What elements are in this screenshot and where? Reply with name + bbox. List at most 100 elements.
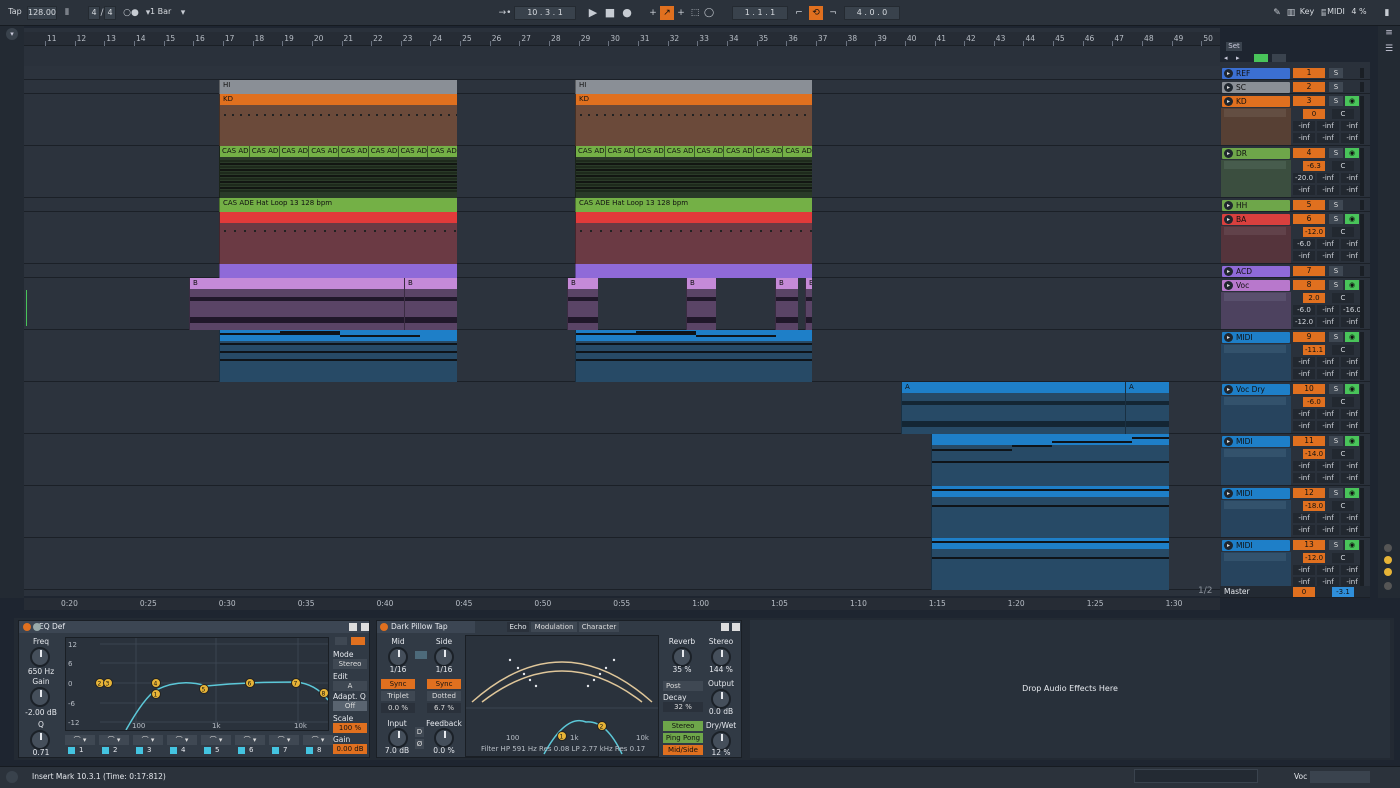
track-activator[interactable]: 4	[1293, 148, 1325, 158]
send-value[interactable]: -inf	[1317, 525, 1339, 535]
solo-button[interactable]: S	[1329, 214, 1343, 224]
hi-clip-header[interactable]: HI	[576, 80, 812, 91]
stop-icon[interactable]: ■	[603, 6, 617, 20]
dr-slice-label[interactable]: CAS ADE	[250, 146, 280, 157]
device-fold-icon[interactable]	[33, 623, 41, 631]
ruler-bar-label[interactable]: 11	[47, 34, 57, 43]
kd-clip[interactable]: KD	[219, 94, 457, 146]
solo-button[interactable]: S	[1329, 488, 1343, 498]
voc-clip-header[interactable]: B	[190, 278, 404, 289]
dr-clip[interactable]: CAS ADECAS ADECAS ADECAS ADECAS ADECAS A…	[575, 146, 812, 198]
headphone-icon[interactable]	[335, 637, 347, 645]
time-label[interactable]: 1:05	[771, 599, 788, 608]
eq-title[interactable]: EQ Def	[19, 621, 369, 633]
mid-mode-select[interactable]: Triplet	[381, 691, 415, 701]
ruler-bar-label[interactable]: 14	[136, 34, 146, 43]
voc-clip[interactable]: B	[805, 278, 812, 330]
browser-toggle-icon[interactable]: ▾	[6, 28, 18, 40]
track-name[interactable]: ▸ DR	[1222, 148, 1290, 159]
ping-pong-button[interactable]: Ping Pong	[663, 733, 703, 743]
ruler-bar-label[interactable]: 47	[1114, 34, 1124, 43]
eq-band-toggle[interactable]	[102, 747, 109, 754]
send-value[interactable]: -inf	[1293, 357, 1315, 367]
midi-clip[interactable]	[931, 486, 1169, 538]
send-value[interactable]: -inf	[1317, 251, 1339, 261]
freq-value[interactable]: 650 Hz	[21, 667, 61, 676]
pan-value[interactable]: C	[1332, 397, 1354, 407]
dr-slice-label[interactable]: CAS ADE	[606, 146, 636, 157]
kd-clip-header[interactable]: KD	[220, 94, 457, 105]
time-label[interactable]: 0:25	[140, 599, 157, 608]
track-activator[interactable]: 9	[1293, 332, 1325, 342]
eq-filter-type-select[interactable]: ⌒ ▾	[269, 735, 299, 745]
ruler-bar-label[interactable]: 38	[848, 34, 858, 43]
ruler-bar-label[interactable]: 28	[551, 34, 561, 43]
track-activator[interactable]: 11	[1293, 436, 1325, 446]
loop-length-field[interactable]: 4 . 0 . 0	[844, 6, 900, 20]
track-name[interactable]: ▸ MIDI	[1222, 436, 1290, 447]
dr-slice-label[interactable]: CAS ADE	[754, 146, 784, 157]
track-header[interactable]: ▸ HH 5 S	[1220, 198, 1370, 212]
phase-toggle[interactable]: Ø	[415, 739, 424, 749]
metronome-bars-icon[interactable]: ⦀	[60, 6, 74, 20]
dr-clip[interactable]: CAS ADECAS ADECAS ADECAS ADECAS ADECAS A…	[219, 146, 457, 198]
send-value[interactable]: -inf	[1317, 133, 1339, 143]
midi-clip-header[interactable]	[932, 486, 1169, 497]
ruler-bar-label[interactable]: 24	[432, 34, 442, 43]
pan-value[interactable]: C	[1332, 501, 1354, 511]
track-fold-icon[interactable]: ▸	[1224, 385, 1233, 394]
master-volume[interactable]: 0	[1293, 587, 1315, 597]
track-name[interactable]: ▸ MIDI	[1222, 332, 1290, 343]
solo-button[interactable]: S	[1329, 200, 1343, 210]
ruler-bar-label[interactable]: 27	[521, 34, 531, 43]
track-fold-icon[interactable]: ▸	[1224, 201, 1233, 210]
audition-icon[interactable]	[351, 637, 365, 645]
acd-clip-header[interactable]	[576, 264, 812, 275]
arrangement-view-icon[interactable]: ☰	[1383, 44, 1395, 56]
link-icon[interactable]	[415, 651, 427, 659]
time-ruler[interactable]: 0:20 0:25 0:30 0:35 0:40 0:45 0:50 0:55 1:00 1:05…	[24, 598, 1220, 610]
mid-value[interactable]: 1/16	[383, 665, 413, 674]
eq-filter-type-select[interactable]: ⌒ ▾	[99, 735, 129, 745]
track-fold-icon[interactable]: ▸	[1224, 333, 1233, 342]
track-fold-icon[interactable]: ▸	[1224, 489, 1233, 498]
ruler-bar-label[interactable]: 13	[106, 34, 116, 43]
track-fold-icon[interactable]: ▸	[1224, 97, 1233, 106]
midi-map-button[interactable]: MIDI	[1326, 6, 1346, 20]
ruler-bar-label[interactable]: 41	[937, 34, 947, 43]
send-value[interactable]: -20.0	[1293, 173, 1315, 183]
master-header[interactable]: Master 0 -3.1	[1220, 586, 1370, 598]
eq-band-toggle[interactable]	[272, 747, 279, 754]
returns-toggle-icon[interactable]	[1384, 568, 1392, 576]
ba-clip[interactable]	[575, 212, 812, 264]
send-value[interactable]: -6.0	[1293, 305, 1315, 315]
dry-wet-value[interactable]: 12 %	[703, 748, 739, 757]
ruler-bar-label[interactable]: 20	[314, 34, 324, 43]
ruler-bar-label[interactable]: 37	[818, 34, 828, 43]
send-value[interactable]: -inf	[1293, 133, 1315, 143]
voc-clip[interactable]: B	[775, 278, 798, 330]
computer-keyboard-icon[interactable]: ▥	[1284, 6, 1298, 20]
capture-icon[interactable]: ⬚	[688, 6, 702, 20]
track-name[interactable]: ▸ ACD	[1222, 266, 1290, 277]
decay-value[interactable]: 32 %	[663, 702, 703, 712]
time-label[interactable]: 1:10	[850, 599, 867, 608]
arm-button[interactable]: ◉	[1345, 540, 1359, 550]
hot-swap-icon[interactable]	[361, 623, 369, 631]
arm-button[interactable]: ◉	[1345, 96, 1359, 106]
time-label[interactable]: 0:35	[298, 599, 315, 608]
midi-clip-header[interactable]	[932, 538, 1169, 549]
volume-value[interactable]: 2.0	[1303, 293, 1325, 303]
track-name[interactable]: ▸ BA	[1222, 214, 1290, 225]
delay-on-icon[interactable]	[380, 623, 388, 631]
output-knob[interactable]	[711, 689, 731, 709]
voc-clip[interactable]: B	[189, 278, 404, 330]
track-header[interactable]: ▸ MIDI 12 S ◉ -18.0 C -inf -inf -inf -inf -inf -inf	[1220, 486, 1370, 538]
solo-button[interactable]: S	[1329, 436, 1343, 446]
track-activator[interactable]: 8	[1293, 280, 1325, 290]
volume-value[interactable]: 0	[1303, 109, 1325, 119]
send-value[interactable]: -inf	[1317, 473, 1339, 483]
pan-value[interactable]: C	[1332, 293, 1354, 303]
ruler-bar-label[interactable]: 34	[729, 34, 739, 43]
track-name[interactable]: ▸ MIDI	[1222, 488, 1290, 499]
